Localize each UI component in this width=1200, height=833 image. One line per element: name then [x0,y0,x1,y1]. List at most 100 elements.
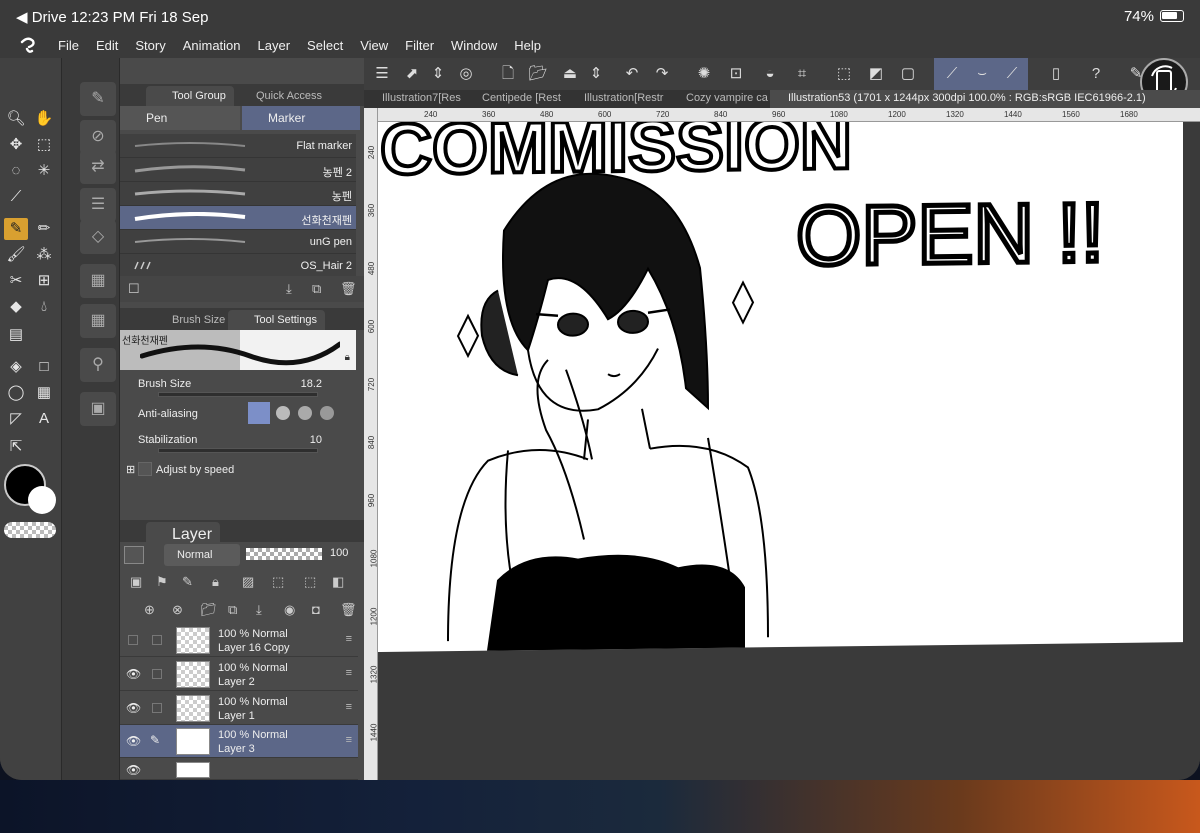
hand-icon[interactable]: ✋ [32,108,56,130]
subtool-pen[interactable]: Pen [120,106,240,130]
tab-document[interactable]: Cozy vampire ca [668,90,770,108]
layer-row[interactable]: 👁︎ 100 % Normal Layer 1 ≡ [120,692,358,725]
mask-icon[interactable]: ⬚ [272,574,284,590]
merge-icon[interactable]: ⤓ [256,602,262,618]
clip-icon[interactable]: ▣ [130,574,142,590]
menu-animation[interactable]: Animation [183,38,241,53]
aa-none-option[interactable] [248,402,270,424]
tab-tool-settings[interactable]: Tool Settings [228,310,325,330]
brush-size-slider[interactable] [158,392,318,397]
menu-window[interactable]: Window [451,38,497,53]
help-icon[interactable]: ? [1086,64,1106,84]
vector-ruler-icon[interactable]: ⟋ [1002,64,1022,84]
layer-menu-icon[interactable]: ≡ [346,667,352,679]
lock-icon[interactable]: 🔒︎ [345,352,350,363]
aa-strong-option[interactable] [320,406,334,420]
apply-mask-icon[interactable]: ◘ [312,602,320,617]
brush-item-selected[interactable]: 선화천재펜 [120,206,356,230]
undo-icon[interactable]: ↶ [622,64,642,84]
settings-sliders-icon[interactable]: ☰ [80,188,116,222]
sub-color-swatch[interactable] [28,486,56,514]
layer-swatch-icon[interactable]: ◧ [332,574,344,590]
eraser-icon[interactable]: ◆ [4,296,28,318]
clear-icon[interactable]: ⊡ [726,64,746,84]
save-icon[interactable]: ⏏ [560,64,580,84]
layer-mask-icon[interactable]: ◉ [284,602,295,618]
new-file-icon[interactable]: 🗋︎ [498,64,518,84]
layer-color-box[interactable] [124,546,144,564]
aa-medium-option[interactable] [298,406,312,420]
menu-help[interactable]: Help [514,38,541,53]
tab-tool-group[interactable]: Tool Group [146,86,234,106]
grid-icon[interactable]: ⊞ [32,270,56,292]
subtool-palette-icon[interactable]: ✎ [80,82,116,116]
brush-item[interactable]: unG pen [120,230,356,254]
open-folder-icon[interactable]: 📂︎ [528,64,548,84]
ref-icon[interactable]: ⚑ [156,574,168,590]
device-icon[interactable]: ▯ [1046,64,1066,84]
blend-mode-select[interactable]: Normal [164,544,240,566]
canvas-area[interactable]: COMMISSION OPEN !! [378,122,1200,780]
figure-pose-icon[interactable]: ⚲ [80,348,116,382]
download-icon[interactable]: ⤓ [286,281,292,297]
copy-subtool-icon[interactable]: ☐ [128,281,140,297]
vector-brush-icon[interactable]: ⌣ [972,64,992,84]
zoom-icon[interactable]: 🔍︎ [4,108,28,130]
decoration-icon[interactable]: ✂ [4,270,28,292]
updown-icon[interactable]: ⇕ [428,64,448,84]
alpha-lock-icon[interactable]: ▨ [242,574,254,590]
crop-icon[interactable]: ⌗ [792,64,812,84]
blend-icon[interactable]: 💧︎ [32,296,56,318]
brush-item[interactable]: 농펜 [120,182,356,206]
menu-file[interactable]: File [58,38,79,53]
adjust-by-speed-row[interactable]: ⊞ Adjust by speed [120,460,356,488]
redo-icon[interactable]: ↷ [652,64,672,84]
balloon-icon[interactable]: ◯ [4,382,28,404]
fill-bucket-icon[interactable]: ◒ [760,64,780,84]
navigator-icon[interactable]: ▣ [80,392,116,426]
transparent-color-swatch[interactable] [4,522,56,538]
move-icon[interactable]: ✥ [4,134,28,156]
delete-layer-icon[interactable]: 🗑︎ [340,602,357,618]
brush-item[interactable]: Flat marker [120,134,356,158]
pen-tool-icon[interactable]: ✎ [4,218,28,240]
transfer-icon[interactable]: ⧉ [228,602,237,618]
invert-icon[interactable]: ◩ [866,64,886,84]
loading-icon[interactable]: ✺ [694,64,714,84]
tab-document[interactable]: Illustration7[Res [364,90,464,108]
transform-icon[interactable]: ⬈ [402,64,422,84]
operation-icon[interactable]: ⇱ [4,436,28,458]
trash-icon[interactable]: 🗑︎ [340,281,357,297]
gradient-icon[interactable]: ▤ [4,324,28,346]
menu-edit[interactable]: Edit [96,38,118,53]
layer-row[interactable]: 👁︎ 100 % Normal Layer 2 ≡ [120,658,358,691]
menu-filter[interactable]: Filter [405,38,434,53]
spiral-icon[interactable]: ◎ [456,64,476,84]
layers-icon[interactable]: ◇ [80,220,116,254]
layer-color-icon[interactable]: ⬚ [304,574,316,590]
brush-item[interactable]: OS_Hair 2 [120,254,356,276]
draft-icon[interactable]: ✎ [182,574,193,590]
eye-icon[interactable]: 👁︎ [126,667,141,681]
border-icon[interactable]: ▢ [898,64,918,84]
eye-icon[interactable]: 👁︎ [126,763,141,777]
menu-layer[interactable]: Layer [258,38,291,53]
layer-menu-icon[interactable]: ≡ [346,701,352,713]
deselect-icon[interactable]: ⬚ [834,64,854,84]
brush-icon[interactable]: 🖌︎ [4,244,28,266]
aa-weak-option[interactable] [276,406,290,420]
object-icon[interactable]: ⬚ [32,134,56,156]
eye-icon[interactable]: 👁︎ [126,701,141,715]
brush-item[interactable]: 농펜 2 [120,158,356,182]
layer-row[interactable]: 100 % Normal Layer 16 Copy ≡ [120,624,358,657]
brush-size-row[interactable]: Brush Size 18.2 [120,374,356,402]
stabilization-row[interactable]: Stabilization 10 [120,430,356,458]
fill-icon[interactable]: ◈ [4,356,28,378]
tab-document[interactable]: Illustration[Restr [566,90,668,108]
tab-brush-size[interactable]: Brush Size [146,310,233,330]
expand-icon[interactable]: ⊞ [126,463,135,476]
frame-icon[interactable]: ▦ [32,382,56,404]
magic-wand-icon[interactable]: ✳ [32,160,56,182]
menu-select[interactable]: Select [307,38,343,53]
layer-menu-icon[interactable]: ≡ [346,734,352,746]
